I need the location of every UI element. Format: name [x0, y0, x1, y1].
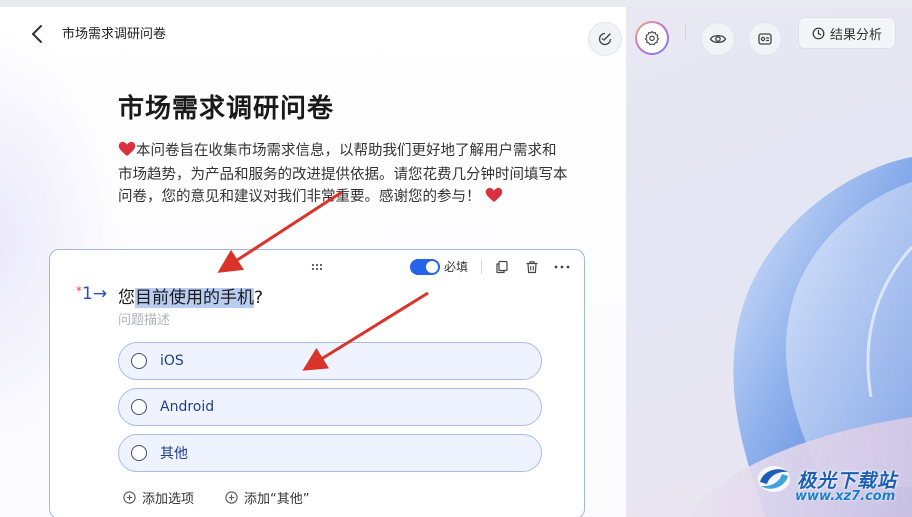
copy-icon: [496, 260, 508, 273]
form-icon: [758, 33, 772, 45]
add-option-button[interactable]: 添加选项: [123, 488, 194, 507]
preview-eye-icon: [709, 34, 727, 44]
watermark-logo-icon: [758, 466, 790, 492]
result-analysis-button[interactable]: 结果分析: [798, 17, 896, 49]
arrow-icon: →: [92, 284, 108, 304]
required-toggle[interactable]: [409, 258, 440, 275]
question-toolbar: 必填: [409, 258, 570, 275]
form-view-button[interactable]: [748, 22, 782, 56]
back-button[interactable]: [28, 22, 48, 46]
more-icon: [554, 265, 570, 268]
add-option-label: 添加选项: [142, 492, 195, 507]
option-label: 其他: [160, 446, 188, 462]
edit-theme-icon: [598, 32, 612, 46]
option-android[interactable]: Android: [118, 388, 542, 426]
toolbar-divider: [685, 23, 686, 41]
preview-button[interactable]: [701, 22, 735, 56]
add-other-label: 添加“其他”: [244, 492, 310, 507]
question-number: *1→: [76, 284, 107, 304]
result-analysis-label: 结果分析: [829, 27, 882, 43]
settings-icon: [644, 30, 660, 46]
back-arrow-icon: [32, 25, 42, 43]
decorative-background: [626, 7, 912, 517]
copy-question-button[interactable]: [494, 259, 510, 275]
drag-handle[interactable]: [310, 258, 324, 277]
option-label: iOS: [160, 353, 184, 369]
required-label: 必填: [443, 260, 468, 274]
watermark-logo: 极光下载站 www.xz7.com: [755, 462, 897, 504]
radio-circle[interactable]: [131, 399, 147, 415]
settings-button[interactable]: [635, 21, 669, 55]
radio-circle[interactable]: [131, 445, 147, 461]
option-ios[interactable]: iOS: [118, 342, 542, 380]
question-title-suffix: ?: [254, 288, 264, 308]
question-number-value: 1: [82, 284, 93, 304]
theme-edit-button[interactable]: [588, 22, 622, 56]
clock-icon: [812, 27, 825, 39]
watermark-url: www.xz7.com: [795, 489, 896, 504]
survey-intro[interactable]: 本问卷旨在收集市场需求信息，以帮助我们更好地了解用户需求和市场趋势，为产品和服务…: [118, 140, 568, 210]
question-title[interactable]: 您目前使用的手机?: [118, 283, 263, 308]
question-title-selected: 目前使用的手机: [135, 288, 254, 308]
plus-circle-icon: [123, 491, 136, 504]
question-title-prefix: 您: [118, 288, 135, 308]
add-other-button[interactable]: 添加“其他”: [225, 488, 309, 507]
header-title: 市场需求调研问卷: [62, 27, 167, 42]
blue-wave-shape: [686, 157, 912, 517]
heart-icon: [485, 187, 503, 210]
heart-icon: [118, 141, 136, 164]
question-card[interactable]: 必填 *1→ 您目前使用的手机? 问题描述 iOS Android 其他 添加选…: [49, 249, 585, 517]
more-options-button[interactable]: [554, 259, 570, 275]
plus-circle-icon: [225, 491, 238, 504]
question-description-field[interactable]: 问题描述: [118, 309, 170, 328]
toolbar-divider: [481, 259, 482, 274]
option-label: Android: [160, 399, 215, 415]
drag-icon: [311, 263, 323, 271]
delete-icon: [526, 260, 538, 273]
top-strip: [0, 0, 912, 7]
radio-circle[interactable]: [131, 353, 147, 369]
survey-title[interactable]: 市场需求调研问卷: [118, 88, 334, 125]
delete-question-button[interactable]: [524, 259, 540, 275]
option-other[interactable]: 其他: [118, 434, 542, 472]
